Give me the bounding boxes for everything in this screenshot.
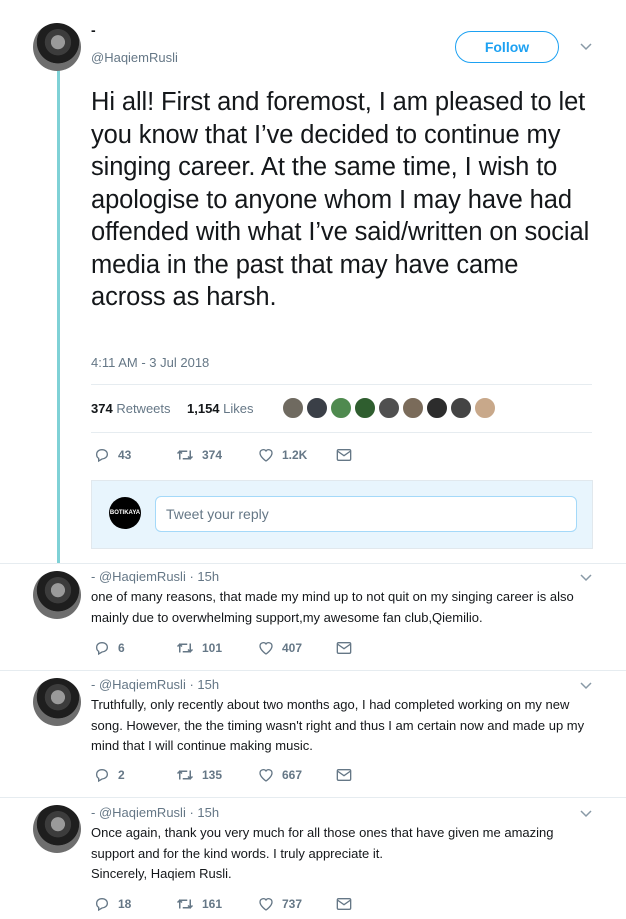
retweet-count: 101 bbox=[202, 641, 223, 655]
chevron-down-icon[interactable] bbox=[579, 42, 593, 52]
reply-text: Once again, thank you very much for all … bbox=[91, 825, 554, 881]
follow-button[interactable]: Follow bbox=[455, 31, 559, 63]
avatar[interactable] bbox=[33, 23, 81, 71]
retweet-action[interactable]: 161 bbox=[176, 896, 258, 912]
retweet-count: 161 bbox=[202, 897, 223, 911]
handle[interactable]: @HaqiemRusli bbox=[91, 50, 178, 65]
like-action[interactable]: 737 bbox=[258, 896, 336, 912]
reply-text: one of many reasons, that made my mind u… bbox=[91, 589, 574, 625]
message-icon bbox=[336, 769, 352, 781]
chevron-down-icon[interactable] bbox=[579, 681, 593, 691]
tweet-actions: 18 161 737 bbox=[94, 896, 360, 912]
like-action[interactable]: 667 bbox=[258, 767, 336, 783]
retweet-icon bbox=[176, 450, 194, 460]
like-icon bbox=[259, 898, 273, 911]
like-icon bbox=[259, 449, 273, 462]
like-action[interactable]: 407 bbox=[258, 640, 336, 656]
chevron-down-icon[interactable] bbox=[579, 809, 593, 819]
liker-avatar[interactable] bbox=[306, 397, 328, 419]
message-icon bbox=[336, 642, 352, 654]
reply-action[interactable]: 43 bbox=[94, 447, 176, 463]
liker-avatar[interactable] bbox=[426, 397, 448, 419]
liker-avatar[interactable] bbox=[282, 397, 304, 419]
reply-composer: BOTIKAYA Tweet your reply bbox=[91, 480, 593, 549]
retweet-action[interactable]: 101 bbox=[176, 640, 258, 656]
liker-avatar[interactable] bbox=[474, 397, 496, 419]
reply-icon bbox=[95, 448, 109, 463]
like-count: 1.2K bbox=[282, 448, 308, 462]
reply-header[interactable]: - @HaqiemRusli · 15h bbox=[91, 677, 219, 692]
message-action[interactable] bbox=[336, 448, 360, 462]
liker-avatar[interactable] bbox=[450, 397, 472, 419]
message-action[interactable] bbox=[336, 768, 360, 782]
like-icon bbox=[259, 642, 273, 655]
message-icon bbox=[336, 898, 352, 910]
message-action[interactable] bbox=[336, 641, 360, 655]
message-action[interactable] bbox=[336, 897, 360, 911]
retweets-count: 374 bbox=[91, 401, 113, 416]
divider bbox=[0, 797, 626, 798]
divider bbox=[0, 563, 626, 564]
likes-stat[interactable]: 1,154 Likes bbox=[187, 401, 254, 416]
message-icon bbox=[336, 449, 352, 461]
retweet-action[interactable]: 374 bbox=[176, 447, 258, 463]
like-count: 407 bbox=[282, 641, 303, 655]
tweet-actions: 2 135 667 bbox=[94, 767, 360, 783]
reply-action[interactable]: 6 bbox=[94, 640, 176, 656]
retweet-count: 135 bbox=[202, 768, 223, 782]
avatar[interactable] bbox=[33, 805, 81, 853]
reply-count: 2 bbox=[118, 768, 125, 782]
reply-text: Truthfully, only recently about two mont… bbox=[91, 697, 585, 753]
reply-count: 43 bbox=[118, 448, 132, 462]
liker-avatar[interactable] bbox=[354, 397, 376, 419]
like-icon bbox=[259, 769, 273, 782]
divider bbox=[91, 432, 592, 433]
tweet-text: Hi all! First and foremost, I am pleased… bbox=[91, 88, 590, 311]
reply-input[interactable]: Tweet your reply bbox=[155, 496, 577, 532]
likes-label: Likes bbox=[223, 401, 254, 416]
avatar[interactable] bbox=[33, 571, 81, 619]
retweet-icon bbox=[176, 899, 194, 909]
retweet-icon bbox=[176, 770, 194, 780]
reply-header[interactable]: - @HaqiemRusli · 15h bbox=[91, 805, 219, 820]
reply-action[interactable]: 18 bbox=[94, 896, 176, 912]
reply-action[interactable]: 2 bbox=[94, 767, 176, 783]
timestamp[interactable]: 4:11 AM - 3 Jul 2018 bbox=[91, 355, 209, 370]
reply-header[interactable]: - @HaqiemRusli · 15h bbox=[91, 569, 219, 584]
chevron-down-icon[interactable] bbox=[579, 573, 593, 583]
reply-icon bbox=[95, 897, 109, 912]
divider bbox=[91, 384, 592, 385]
liker-avatar[interactable] bbox=[330, 397, 352, 419]
like-action[interactable]: 1.2K bbox=[258, 447, 336, 463]
reply-count: 18 bbox=[118, 897, 132, 911]
retweet-action[interactable]: 135 bbox=[176, 767, 258, 783]
reply-icon bbox=[95, 641, 109, 656]
display-name[interactable]: - bbox=[91, 22, 96, 38]
like-count: 737 bbox=[282, 897, 303, 911]
current-user-avatar[interactable]: BOTIKAYA bbox=[109, 497, 141, 529]
reply-icon bbox=[95, 768, 109, 783]
retweets-stat[interactable]: 374 Retweets bbox=[91, 401, 171, 416]
liker-avatar[interactable] bbox=[378, 397, 400, 419]
likers-avatars[interactable] bbox=[282, 397, 498, 421]
retweet-count: 374 bbox=[202, 448, 223, 462]
avatar[interactable] bbox=[33, 678, 81, 726]
thread-line bbox=[57, 70, 60, 563]
liker-avatar[interactable] bbox=[402, 397, 424, 419]
reply-count: 6 bbox=[118, 641, 125, 655]
divider bbox=[0, 670, 626, 671]
tweet-actions: 6 101 407 bbox=[94, 640, 360, 656]
likes-count: 1,154 bbox=[187, 401, 220, 416]
tweet-actions: 43 374 1.2K bbox=[94, 447, 360, 463]
like-count: 667 bbox=[282, 768, 303, 782]
retweets-label: Retweets bbox=[116, 401, 171, 416]
retweet-icon bbox=[176, 643, 194, 653]
